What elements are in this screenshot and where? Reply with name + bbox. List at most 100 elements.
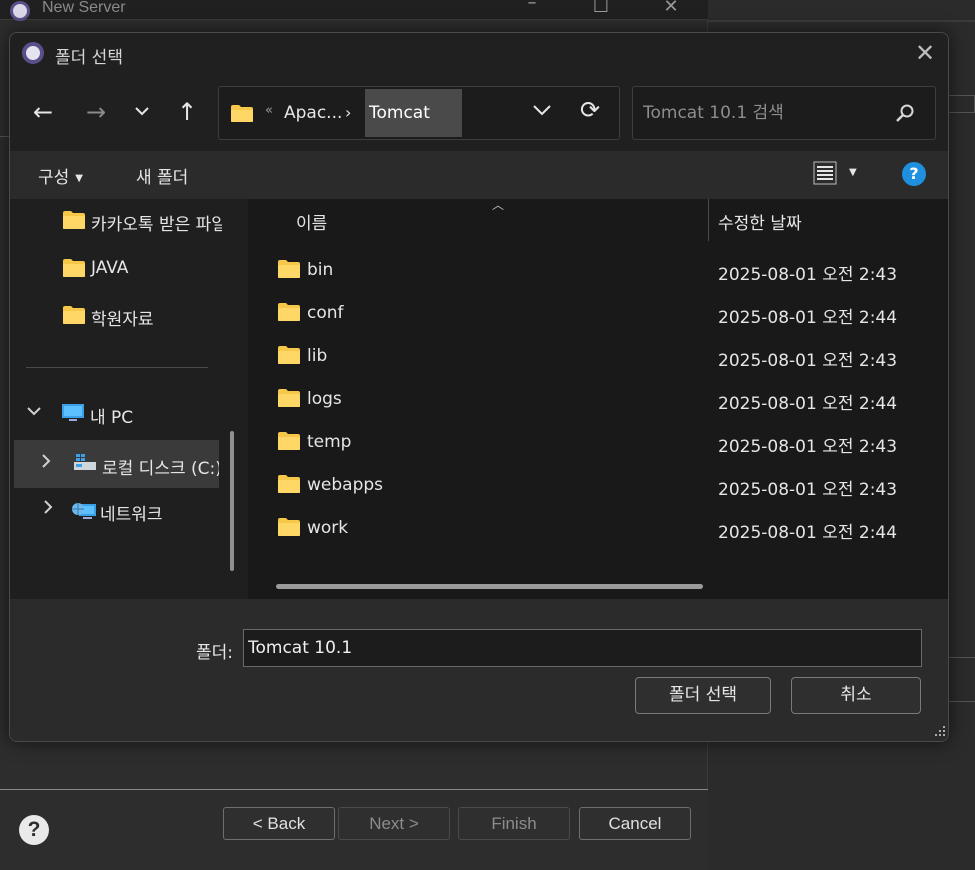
- breadcrumb-separator-icon[interactable]: ›: [345, 103, 351, 122]
- file-date: 2025-08-01 오전 2:43: [718, 351, 898, 371]
- file-row-lib[interactable]: lib 2025-08-01 오전 2:43: [248, 335, 948, 378]
- maximize-icon[interactable]: ☐: [586, 0, 616, 17]
- file-name: temp: [307, 432, 352, 452]
- caret-down-icon: ▼: [849, 167, 857, 178]
- folder-icon: [277, 517, 301, 541]
- folder-input[interactable]: [243, 629, 922, 667]
- horizontal-scrollbar[interactable]: [276, 584, 703, 589]
- nav-item-label: JAVA: [91, 258, 129, 278]
- forward-arrow-icon[interactable]: →: [81, 95, 111, 129]
- back-button[interactable]: < Back: [223, 807, 335, 840]
- file-date: 2025-08-01 오전 2:43: [718, 265, 898, 285]
- folder-field-label: 폴더:: [196, 643, 234, 663]
- folder-select-dialog: 폴더 선택 ✕ ← → ↑ « Apac... › Tomcat 1... ⟳ …: [9, 32, 949, 742]
- file-row-webapps[interactable]: webapps 2025-08-01 오전 2:43: [248, 464, 948, 507]
- wizard-help-icon[interactable]: ?: [19, 815, 49, 845]
- file-name: logs: [307, 389, 342, 409]
- search-input[interactable]: [643, 100, 883, 126]
- chevron-right-icon[interactable]: [42, 499, 54, 519]
- file-row-conf[interactable]: conf 2025-08-01 오전 2:44: [248, 292, 948, 335]
- folder-icon: [62, 210, 86, 235]
- new-server-titlebar: New Server – ☐ ✕: [0, 0, 708, 21]
- computer-icon: [61, 403, 85, 428]
- file-date: 2025-08-01 오전 2:44: [718, 394, 898, 414]
- file-date: 2025-08-01 오전 2:43: [718, 437, 898, 457]
- file-name: webapps: [307, 475, 384, 495]
- nav-item-local-disk[interactable]: 로컬 디스크 (C:): [14, 440, 219, 488]
- file-name: work: [307, 518, 349, 538]
- navigation-pane: 카카오톡 받은 파일 JAVA 학원자료 내 PC 로컬 디스크 (C:) 네트…: [10, 199, 248, 599]
- file-row-temp[interactable]: temp 2025-08-01 오전 2:43: [248, 421, 948, 464]
- breadcrumb-overflow[interactable]: «: [265, 103, 273, 118]
- nav-item-label: 네트워크: [100, 505, 163, 525]
- breadcrumb-apache[interactable]: Apac...: [284, 103, 342, 123]
- nav-item-label: 내 PC: [90, 408, 134, 428]
- close-icon[interactable]: ✕: [912, 39, 938, 67]
- chevron-down-icon[interactable]: [26, 402, 42, 421]
- file-name: bin: [307, 260, 334, 280]
- caret-down-icon: ▼: [75, 173, 83, 184]
- nav-item-label: 카카오톡 받은 파일: [91, 215, 222, 235]
- file-list-pane: ︿ 이름 수정한 날짜 bin 2025-08-01 오전 2:43 conf 202…: [248, 198, 948, 599]
- sort-ascending-icon: ︿: [492, 198, 505, 212]
- folder-icon: [277, 431, 301, 455]
- dialog-toolbar: 구성 ▼ 새 폴더 ▼ ?: [10, 151, 948, 199]
- chevron-right-icon[interactable]: [40, 453, 52, 473]
- finish-button[interactable]: Finish: [458, 807, 570, 840]
- minimize-icon[interactable]: –: [517, 0, 547, 13]
- folder-icon: [277, 302, 301, 326]
- background-control: [948, 657, 975, 702]
- folder-icon: [62, 258, 86, 283]
- search-icon[interactable]: [895, 103, 915, 127]
- next-button[interactable]: Next >: [338, 807, 450, 840]
- background-control: [948, 95, 975, 113]
- breadcrumb-tomcat[interactable]: Tomcat 1...: [365, 89, 462, 171]
- organize-menu[interactable]: 구성 ▼: [38, 163, 83, 188]
- file-row-logs[interactable]: logs 2025-08-01 오전 2:44: [248, 378, 948, 421]
- address-bar[interactable]: « Apac... › Tomcat 1... ⟳: [218, 86, 620, 171]
- file-row-work[interactable]: work 2025-08-01 오전 2:44: [248, 507, 948, 550]
- eclipse-app-icon: [22, 42, 44, 64]
- refresh-icon[interactable]: ⟳: [580, 96, 600, 124]
- close-icon[interactable]: ✕: [656, 0, 686, 17]
- help-icon[interactable]: ?: [902, 162, 926, 186]
- dialog-title: 폴더 선택: [55, 48, 123, 68]
- address-dropdown-icon[interactable]: [533, 101, 551, 120]
- details-view-icon: [813, 161, 837, 185]
- column-separator[interactable]: [708, 199, 709, 241]
- nav-item-kakao-files[interactable]: 카카오톡 받은 파일: [62, 199, 222, 243]
- folder-icon: [277, 259, 301, 283]
- folder-icon: [277, 474, 301, 498]
- folder-icon: [277, 345, 301, 369]
- nav-divider: [26, 367, 208, 368]
- network-icon: [71, 500, 97, 527]
- recent-locations-chevron-icon[interactable]: [127, 95, 157, 129]
- file-date: 2025-08-01 오전 2:44: [718, 308, 898, 328]
- file-date: 2025-08-01 오전 2:44: [718, 523, 898, 543]
- eclipse-app-icon: [10, 1, 30, 21]
- view-options-button[interactable]: ▼: [813, 161, 867, 189]
- nav-pane-scrollbar[interactable]: [230, 431, 234, 571]
- file-name: conf: [307, 303, 344, 323]
- new-server-title: New Server: [42, 0, 126, 16]
- dialog-bottom-panel: 폴더: 폴더 선택 취소: [10, 599, 948, 741]
- wizard-cancel-button[interactable]: Cancel: [579, 807, 691, 840]
- back-arrow-icon[interactable]: ←: [28, 95, 58, 129]
- column-header-date[interactable]: 수정한 날짜: [718, 209, 802, 234]
- folder-icon: [62, 305, 86, 330]
- file-date: 2025-08-01 오전 2:43: [718, 480, 898, 500]
- background-divider: [708, 20, 975, 22]
- select-folder-button[interactable]: 폴더 선택: [635, 677, 771, 714]
- nav-item-label: 로컬 디스크 (C:): [102, 459, 219, 479]
- up-arrow-icon[interactable]: ↑: [172, 95, 202, 129]
- cancel-button[interactable]: 취소: [791, 677, 921, 714]
- folder-icon: [277, 388, 301, 412]
- folder-icon: [230, 104, 254, 127]
- nav-item-label: 학원자료: [91, 310, 154, 330]
- new-folder-button[interactable]: 새 폴더: [136, 163, 188, 188]
- search-box[interactable]: [632, 86, 936, 140]
- resize-grip-icon[interactable]: [934, 725, 946, 737]
- file-row-bin[interactable]: bin 2025-08-01 오전 2:43: [248, 249, 948, 292]
- column-header-name[interactable]: 이름: [296, 209, 327, 234]
- drive-icon: [73, 452, 97, 477]
